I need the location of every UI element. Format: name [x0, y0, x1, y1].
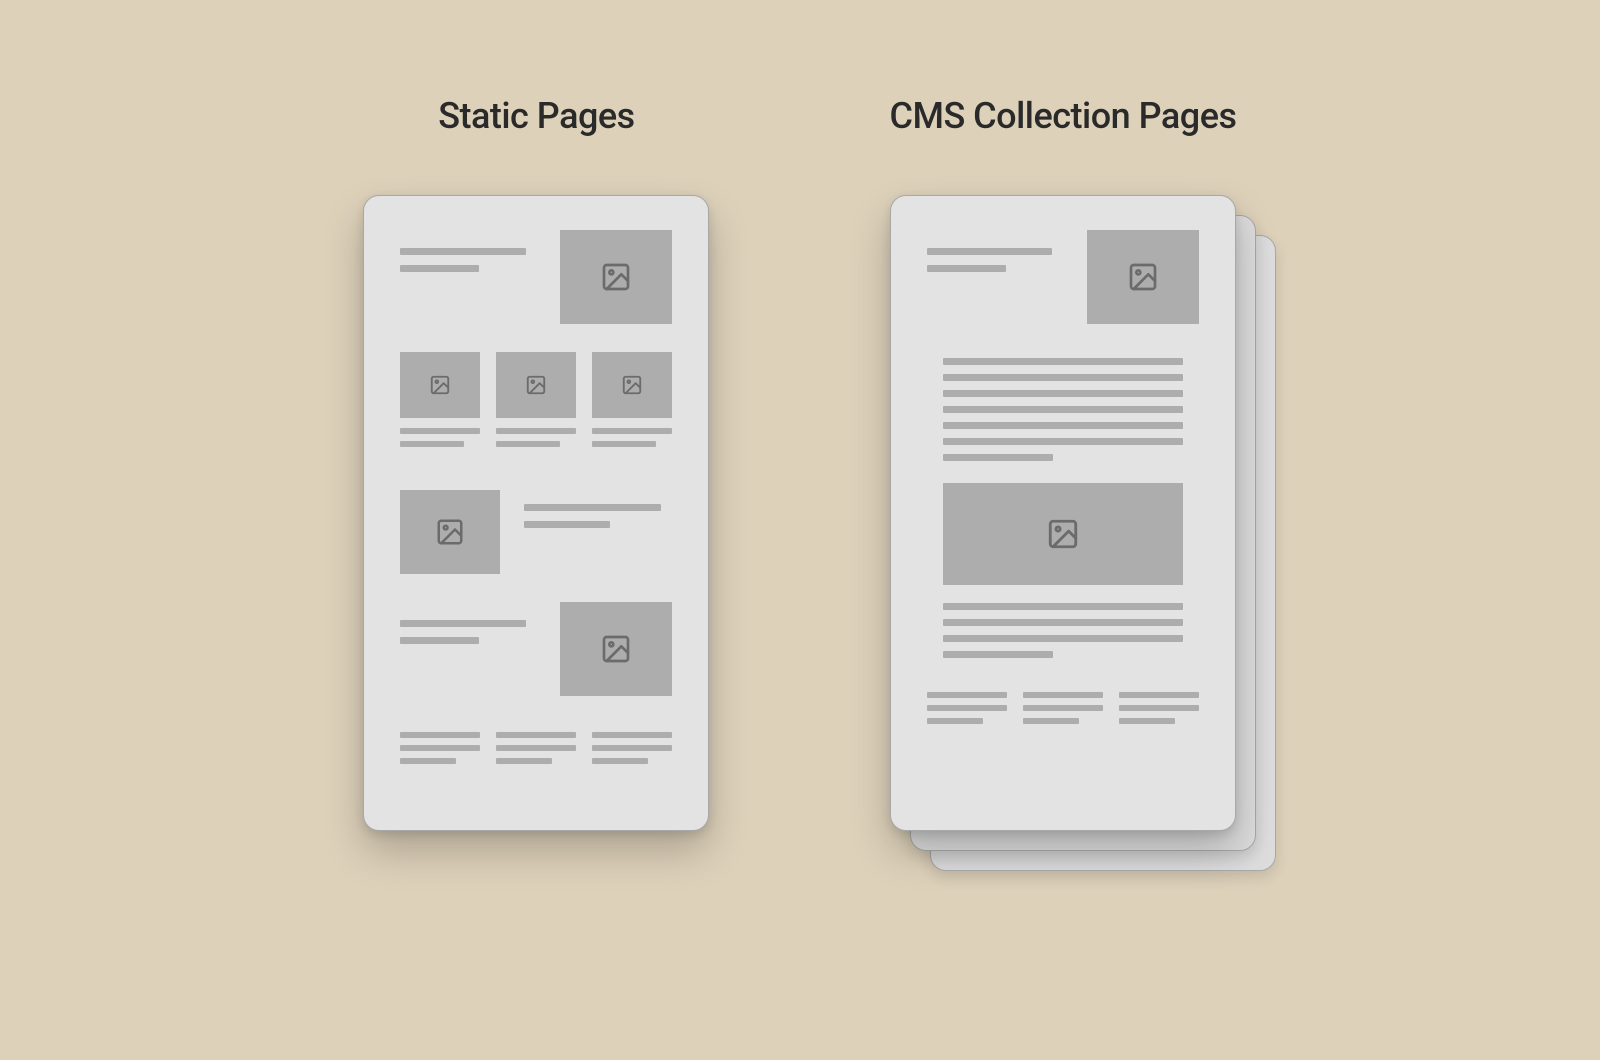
text-placeholder [1023, 705, 1103, 711]
image-icon [525, 374, 547, 396]
text-placeholder-group [400, 602, 536, 654]
footer-column [400, 732, 480, 771]
text-placeholder [400, 745, 480, 751]
text-placeholder [1023, 718, 1079, 724]
card-item [400, 352, 480, 454]
text-placeholder [1119, 705, 1199, 711]
image-placeholder [560, 602, 672, 696]
cms-pages-column: CMS Collection Pages [889, 95, 1236, 831]
text-placeholder [1119, 692, 1199, 698]
footer-column [927, 692, 1007, 731]
text-placeholder [927, 692, 1007, 698]
card-item [592, 352, 672, 454]
text-placeholder-group [927, 230, 1063, 282]
wireframe-row [400, 732, 672, 771]
text-placeholder [524, 521, 610, 528]
text-placeholder [400, 428, 480, 434]
text-placeholder [943, 406, 1183, 413]
text-placeholder [943, 438, 1183, 445]
text-placeholder [400, 441, 464, 447]
text-placeholder [1023, 692, 1103, 698]
text-placeholder [400, 248, 525, 255]
text-placeholder [496, 745, 576, 751]
text-placeholder [927, 705, 1007, 711]
text-placeholder [400, 758, 456, 764]
card-item [496, 352, 576, 454]
text-placeholder [927, 248, 1052, 255]
text-placeholder [943, 374, 1183, 381]
image-placeholder [400, 490, 500, 574]
static-pages-title: Static Pages [438, 95, 635, 137]
text-placeholder [592, 758, 648, 764]
wireframe-row [400, 602, 672, 696]
text-placeholder [927, 718, 983, 724]
image-placeholder [592, 352, 672, 418]
text-placeholder [496, 428, 576, 434]
text-placeholder [400, 620, 525, 627]
text-placeholder [592, 732, 672, 738]
text-placeholder [943, 603, 1183, 610]
text-placeholder [943, 454, 1053, 461]
static-pages-column: Static Pages [363, 95, 709, 831]
image-icon [429, 374, 451, 396]
image-placeholder [496, 352, 576, 418]
image-icon [600, 261, 632, 293]
text-placeholder [927, 265, 1006, 272]
footer-column [592, 732, 672, 771]
text-placeholder-group [524, 490, 672, 538]
text-placeholder [496, 732, 576, 738]
cms-page-card-stack [890, 195, 1236, 831]
image-placeholder [1087, 230, 1199, 324]
paragraph-placeholder [927, 603, 1199, 658]
text-placeholder [524, 504, 660, 511]
image-icon [435, 517, 465, 547]
static-page-card [363, 195, 709, 831]
wireframe-row [927, 230, 1199, 324]
wireframe-row [927, 483, 1199, 585]
cms-pages-title: CMS Collection Pages [889, 95, 1236, 137]
wireframe-row [400, 490, 672, 574]
text-placeholder [496, 758, 552, 764]
footer-column [496, 732, 576, 771]
text-placeholder [400, 637, 479, 644]
wireframe-row [400, 352, 672, 454]
static-page-card-stack [363, 195, 709, 831]
image-icon [1127, 261, 1159, 293]
paragraph-placeholder [927, 358, 1199, 461]
wireframe-row [927, 692, 1199, 731]
cms-page-card [890, 195, 1236, 831]
text-placeholder [592, 745, 672, 751]
text-placeholder [943, 358, 1183, 365]
text-placeholder [943, 651, 1053, 658]
text-placeholder-group [400, 230, 536, 282]
text-placeholder [1119, 718, 1175, 724]
text-placeholder [943, 635, 1183, 642]
text-placeholder [496, 441, 560, 447]
text-placeholder [400, 732, 480, 738]
image-placeholder [943, 483, 1183, 585]
image-icon [600, 633, 632, 665]
image-placeholder [400, 352, 480, 418]
text-placeholder [943, 390, 1183, 397]
image-icon [621, 374, 643, 396]
image-placeholder [560, 230, 672, 324]
text-placeholder [592, 428, 672, 434]
text-placeholder [400, 265, 479, 272]
text-placeholder [943, 422, 1183, 429]
text-placeholder [592, 441, 656, 447]
footer-column [1023, 692, 1103, 731]
wireframe-row [400, 230, 672, 324]
text-placeholder [943, 619, 1183, 626]
footer-column [1119, 692, 1199, 731]
image-icon [1046, 517, 1080, 551]
